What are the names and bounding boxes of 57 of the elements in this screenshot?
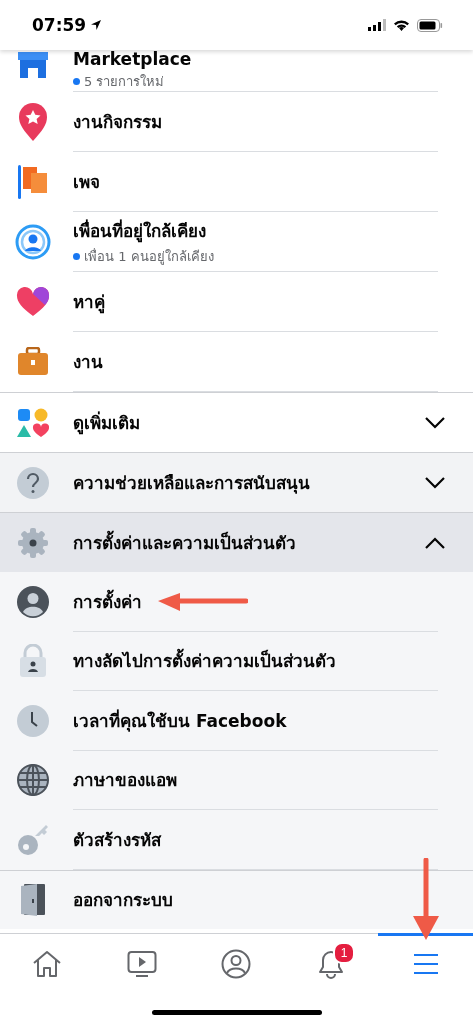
menu-item[interactable]: ตัวสร้างรหัส [0, 810, 473, 870]
new-dot-icon [73, 252, 80, 260]
new-dot-icon [73, 78, 80, 85]
menu-item[interactable]: การตั้งค่าและความเป็นส่วนตัว [0, 512, 473, 572]
chevron-up-icon [425, 536, 445, 549]
menu-item[interactable]: การตั้งค่า [0, 572, 473, 632]
pin-star-icon [16, 102, 49, 142]
clock-icon [16, 704, 49, 737]
location-arrow-icon [90, 19, 103, 31]
chevron-down-icon [425, 416, 445, 429]
menu-label: Marketplace [73, 50, 192, 69]
menu-label: การตั้งค่า [73, 588, 142, 614]
shapes-icon [16, 407, 49, 438]
home-icon [32, 950, 63, 978]
question-icon [16, 466, 49, 499]
globe-icon [16, 764, 49, 797]
wifi-icon [393, 19, 410, 31]
menu-label: ตัวสร้างรหัส [73, 828, 161, 852]
menu-label: ดูเพิ่มเติม [73, 410, 140, 436]
menu-item[interactable]: ภาษาของแอพ [0, 750, 473, 810]
door-icon [19, 882, 46, 917]
menu-label: เพื่อนที่อยู่ใกล้เคียง [73, 218, 206, 244]
notification-badge: 1 [333, 942, 356, 964]
menu-label: ความช่วยเหลือและการสนับสนุน [73, 472, 310, 496]
menu-item[interactable]: เวลาที่คุณใช้บน Facebook [0, 691, 473, 751]
profile-icon [221, 949, 252, 979]
menu-icon [412, 953, 439, 975]
status-time: 07:59 [32, 15, 87, 35]
briefcase-icon [16, 347, 49, 377]
menu-item[interactable]: ความช่วยเหลือและการสนับสนุน [0, 452, 473, 512]
menu-label: งานกิจกรรม [73, 111, 162, 134]
video-icon [126, 950, 157, 978]
menu-label: การตั้งค่าและความเป็นส่วนตัว [73, 529, 296, 556]
menu-label: งาน [73, 351, 103, 374]
bell-icon [317, 949, 346, 979]
tab-button[interactable]: 1 [283, 933, 379, 992]
menu-label: ภาษาของแอพ [73, 769, 177, 793]
lock-icon [18, 644, 47, 679]
chevron-down-icon [425, 476, 445, 489]
profile-icon [16, 585, 49, 618]
heart-icon [15, 286, 50, 318]
menu-item[interactable]: ทางลัดไปการตั้งค่าความเป็นส่วนตัว [0, 631, 473, 691]
radar-person-icon [14, 224, 51, 260]
key-icon [16, 823, 49, 856]
flag-icon [16, 164, 49, 200]
logout-item[interactable]: ออกจากระบบ [0, 869, 473, 929]
signal-icon [368, 19, 386, 31]
menu-label: เวลาที่คุณใช้บน Facebook [73, 708, 287, 734]
menu-label: หาคู่ [73, 291, 105, 315]
settings-icon [16, 526, 49, 559]
menu-label: เพจ [73, 171, 100, 194]
menu-label: ทางลัดไปการตั้งค่าความเป็นส่วนตัว [73, 647, 336, 675]
menu-subtitle: 5 รายการใหม่ [84, 73, 165, 91]
menu-subtitle: เพื่อน 1 คนอยู่ใกล้เคียง [84, 247, 214, 267]
battery-icon [417, 18, 443, 32]
shop-icon [15, 50, 50, 80]
menu-label: ออกจากระบบ [73, 889, 173, 913]
